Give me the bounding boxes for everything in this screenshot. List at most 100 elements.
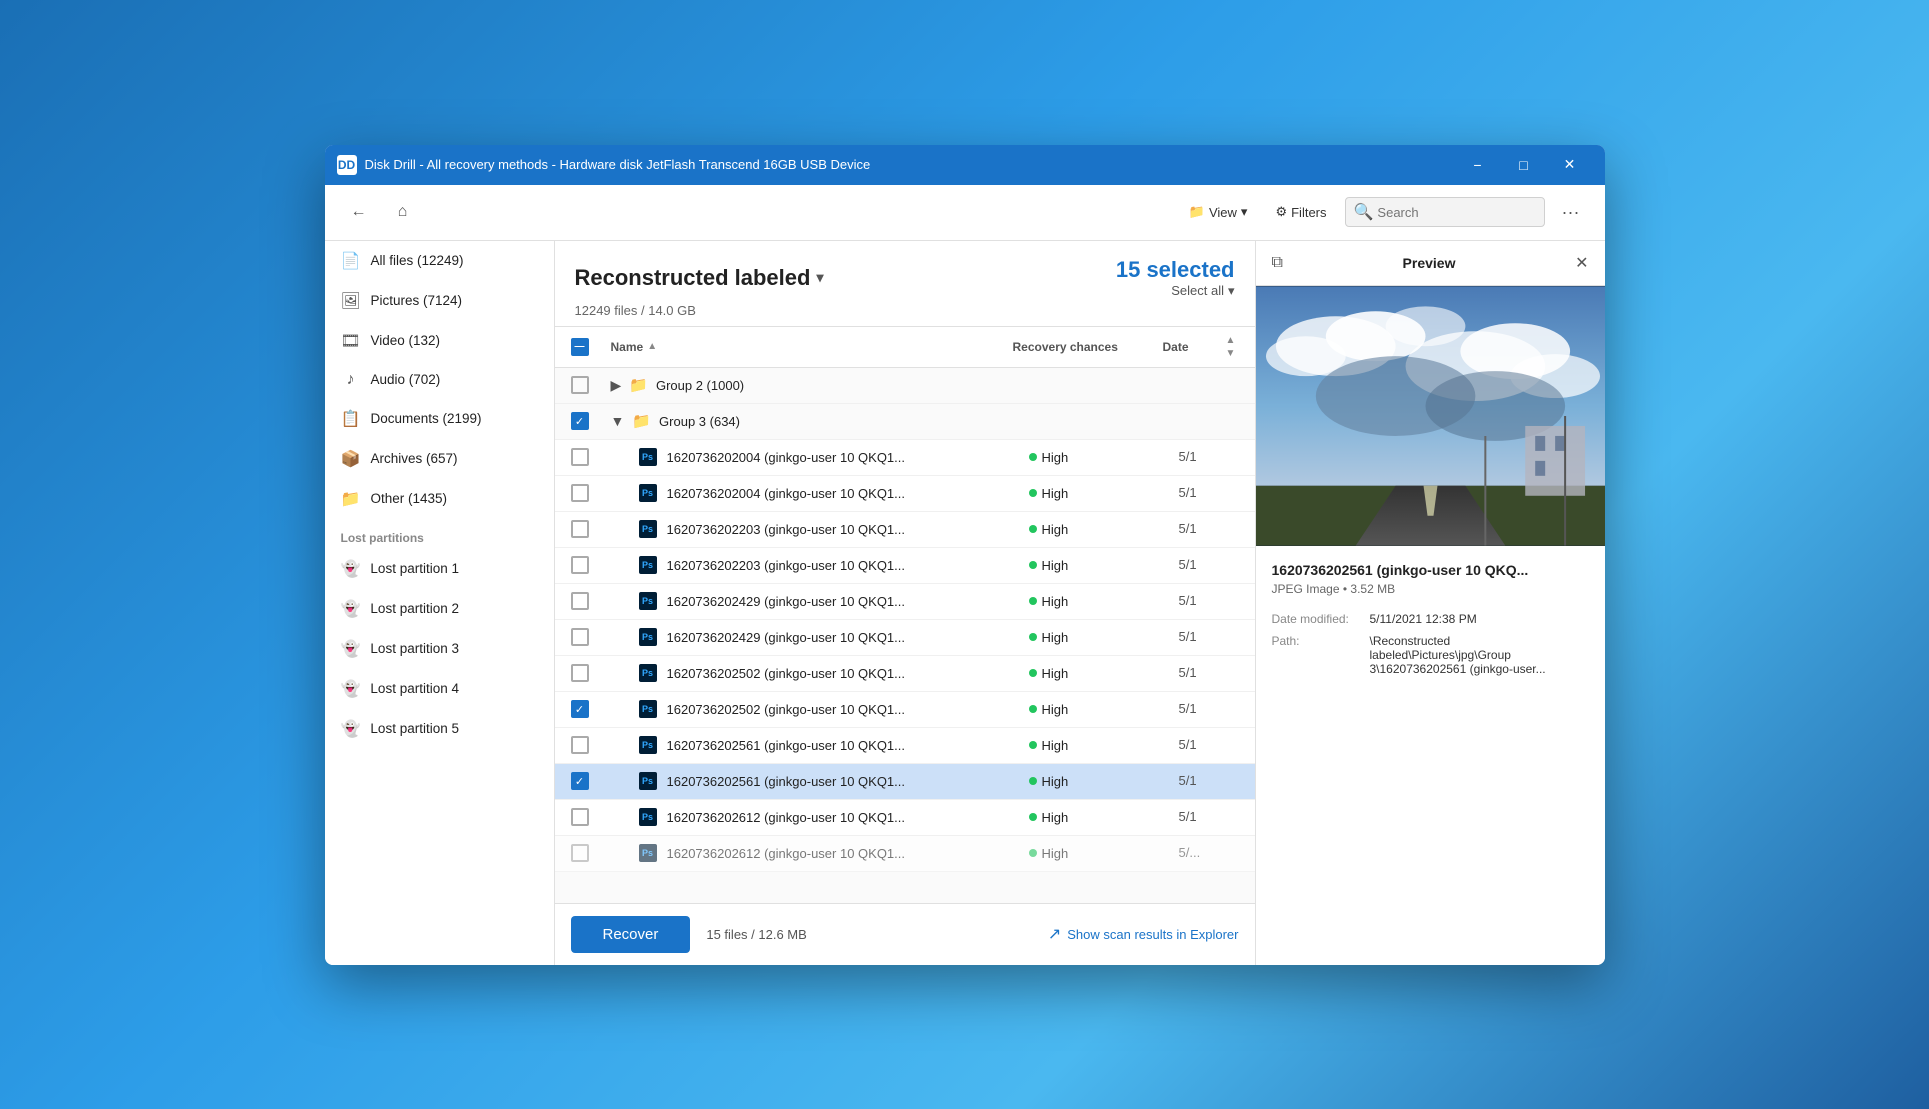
table-row[interactable]: Ps 1620736202502 (ginkgo-user 10 QKQ1...… xyxy=(555,692,1255,728)
file-checkbox[interactable] xyxy=(571,592,589,610)
search-input[interactable] xyxy=(1377,205,1535,220)
back-icon: ← xyxy=(351,203,367,221)
view-button[interactable]: 📁 View ▾ xyxy=(1179,198,1258,226)
recover-button[interactable]: Recover xyxy=(571,916,691,953)
folder-title-chevron-icon[interactable]: ▾ xyxy=(816,269,823,286)
selection-area: 15 selected Select all ▾ xyxy=(1116,257,1235,299)
table-row[interactable]: Ps 1620736202502 (ginkgo-user 10 QKQ1...… xyxy=(555,656,1255,692)
ps-file-icon: Ps xyxy=(639,736,657,754)
file-checkbox[interactable] xyxy=(571,520,589,538)
table-row[interactable]: Ps 1620736202429 (ginkgo-user 10 QKQ1...… xyxy=(555,584,1255,620)
back-button[interactable]: ← xyxy=(341,194,377,230)
select-all-button[interactable]: Select all ▾ xyxy=(1171,283,1234,299)
sidebar-item-archives[interactable]: 📦 Archives (657) xyxy=(325,439,554,479)
file-checkbox[interactable] xyxy=(571,664,589,682)
table-row[interactable]: Ps 1620736202203 (ginkgo-user 10 QKQ1...… xyxy=(555,548,1255,584)
file-checkbox[interactable] xyxy=(571,700,589,718)
file-checkbox[interactable] xyxy=(571,628,589,646)
group2-label: Group 2 (1000) xyxy=(656,378,744,393)
file-table-header: Name ▲ Recovery chances Date ▲ ▼ xyxy=(555,327,1255,368)
group2-checkbox[interactable] xyxy=(571,376,589,394)
sidebar-item-documents[interactable]: 📋 Documents (2199) xyxy=(325,399,554,439)
more-options-button[interactable]: ··· xyxy=(1553,194,1589,230)
other-icon: 📁 xyxy=(341,489,361,509)
group-2-row[interactable]: ▶ 📁 Group 2 (1000) xyxy=(555,368,1255,404)
pictures-icon: 🖼 xyxy=(341,291,361,311)
sidebar-item-video[interactable]: 🎞 Video (132) xyxy=(325,321,554,361)
filter-icon: ⚙ xyxy=(1275,204,1287,220)
file-checkbox[interactable] xyxy=(571,448,589,466)
high-dot xyxy=(1029,561,1037,569)
table-row[interactable]: Ps 1620736202004 (ginkgo-user 10 QKQ1...… xyxy=(555,440,1255,476)
table-row[interactable]: Ps 1620736202561 (ginkgo-user 10 QKQ1...… xyxy=(555,764,1255,800)
audio-icon: ♪ xyxy=(341,371,361,389)
show-in-explorer-link[interactable]: ↗ Show scan results in Explorer xyxy=(1048,924,1239,944)
sidebar-item-lost-partition-4[interactable]: 👻 Lost partition 4 xyxy=(325,669,554,709)
path-value: \Reconstructed labeled\Pictures\jpg\Grou… xyxy=(1370,634,1589,676)
recovery-badge: High xyxy=(1029,522,1179,537)
table-row[interactable]: Ps 1620736202429 (ginkgo-user 10 QKQ1...… xyxy=(555,620,1255,656)
preview-close-button[interactable]: ✕ xyxy=(1571,249,1592,277)
date-modified-value: 5/11/2021 12:38 PM xyxy=(1370,612,1589,626)
sidebar-item-label: Audio (702) xyxy=(371,372,441,387)
group-3-row[interactable]: ▼ 📁 Group 3 (634) xyxy=(555,404,1255,440)
col-header-name: Name ▲ xyxy=(611,340,1013,354)
titlebar: DD Disk Drill - All recovery methods - H… xyxy=(325,145,1605,185)
header-checkbox[interactable] xyxy=(571,338,589,356)
close-button[interactable]: ✕ xyxy=(1547,145,1593,185)
ghost-icon-5: 👻 xyxy=(341,719,361,739)
col-header-date: Date xyxy=(1163,340,1223,354)
collapse-icon: ▼ xyxy=(611,413,625,429)
preview-type: JPEG Image • 3.52 MB xyxy=(1272,582,1589,596)
sidebar-item-all-files[interactable]: 📄 All files (12249) xyxy=(325,241,554,281)
high-dot xyxy=(1029,489,1037,497)
expand-icon: ▶ xyxy=(611,377,622,394)
sidebar: 📄 All files (12249) 🖼 Pictures (7124) 🎞 … xyxy=(325,241,555,965)
sidebar-item-lost-partition-5[interactable]: 👻 Lost partition 5 xyxy=(325,709,554,749)
ps-file-icon: Ps xyxy=(639,664,657,682)
sidebar-item-label: Video (132) xyxy=(371,333,441,348)
recovery-badge: High xyxy=(1029,846,1179,861)
file-checkbox[interactable] xyxy=(571,556,589,574)
preview-filename: 1620736202561 (ginkgo-user 10 QKQ... xyxy=(1272,562,1589,578)
file-table: Name ▲ Recovery chances Date ▲ ▼ xyxy=(555,327,1255,965)
file-checkbox[interactable] xyxy=(571,484,589,502)
recovery-badge: High xyxy=(1029,450,1179,465)
sidebar-item-other[interactable]: 📁 Other (1435) xyxy=(325,479,554,519)
home-button[interactable]: ⌂ xyxy=(385,194,421,230)
file-checkbox[interactable] xyxy=(571,772,589,790)
scroll-down-icon[interactable]: ▼ xyxy=(1226,348,1236,359)
search-box: 🔍 xyxy=(1345,197,1545,227)
sidebar-item-lost-partition-1[interactable]: 👻 Lost partition 1 xyxy=(325,549,554,589)
file-checkbox[interactable] xyxy=(571,844,589,862)
preview-copy-button[interactable]: ⧉ xyxy=(1268,250,1287,276)
bottom-bar: Recover 15 files / 12.6 MB ↗ Show scan r… xyxy=(555,903,1255,965)
ps-file-icon: Ps xyxy=(639,556,657,574)
sidebar-item-audio[interactable]: ♪ Audio (702) xyxy=(325,361,554,399)
recovery-badge: High xyxy=(1029,558,1179,573)
sidebar-item-lost-partition-3[interactable]: 👻 Lost partition 3 xyxy=(325,629,554,669)
high-dot xyxy=(1029,813,1037,821)
sidebar-item-lost-partition-2[interactable]: 👻 Lost partition 2 xyxy=(325,589,554,629)
table-row[interactable]: Ps 1620736202612 (ginkgo-user 10 QKQ1...… xyxy=(555,800,1255,836)
table-row[interactable]: Ps 1620736202203 (ginkgo-user 10 QKQ1...… xyxy=(555,512,1255,548)
video-icon: 🎞 xyxy=(341,331,361,351)
window-title: Disk Drill - All recovery methods - Hard… xyxy=(365,157,1455,172)
ps-file-icon: Ps xyxy=(639,628,657,646)
file-checkbox[interactable] xyxy=(571,808,589,826)
maximize-button[interactable]: □ xyxy=(1501,145,1547,185)
scroll-up-icon[interactable]: ▲ xyxy=(1226,335,1236,346)
file-checkbox[interactable] xyxy=(571,736,589,754)
sidebar-item-pictures[interactable]: 🖼 Pictures (7124) xyxy=(325,281,554,321)
minimize-button[interactable]: − xyxy=(1455,145,1501,185)
ghost-icon-3: 👻 xyxy=(341,639,361,659)
table-row[interactable]: Ps 1620736202004 (ginkgo-user 10 QKQ1...… xyxy=(555,476,1255,512)
table-row[interactable]: Ps 1620736202612 (ginkgo-user 10 QKQ1...… xyxy=(555,836,1255,872)
filters-button[interactable]: ⚙ Filters xyxy=(1265,198,1336,226)
high-dot xyxy=(1029,777,1037,785)
sidebar-item-label: Documents (2199) xyxy=(371,411,482,426)
group3-checkbox[interactable] xyxy=(571,412,589,430)
sort-arrow-icon[interactable]: ▲ xyxy=(647,341,657,352)
ghost-icon-4: 👻 xyxy=(341,679,361,699)
table-row[interactable]: Ps 1620736202561 (ginkgo-user 10 QKQ1...… xyxy=(555,728,1255,764)
